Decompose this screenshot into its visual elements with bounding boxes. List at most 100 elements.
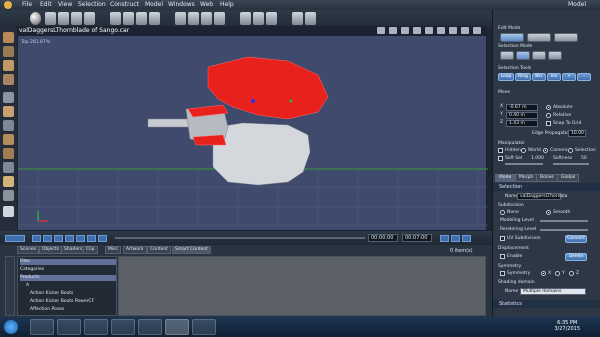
camera-radio[interactable] (543, 148, 548, 153)
delete-button[interactable]: Delete (565, 253, 587, 261)
tree-item-products[interactable]: Products (20, 275, 116, 281)
extrude-icon[interactable] (110, 12, 121, 25)
scale-tool-icon[interactable] (3, 46, 14, 57)
tab-global[interactable]: Global (557, 174, 580, 182)
pose-tool-icon[interactable] (3, 176, 14, 187)
time-end[interactable]: 00:07:00 (402, 234, 432, 242)
subdiv-none-radio[interactable] (500, 210, 505, 215)
name-field[interactable]: valDaggersLThornbla (517, 193, 567, 200)
material-tool-icon[interactable] (3, 148, 14, 159)
last-frame-icon[interactable] (98, 235, 107, 242)
menu-help[interactable]: Help (220, 1, 234, 8)
view-side-icon[interactable] (389, 27, 397, 34)
border-button[interactable]: Bkr (532, 73, 546, 81)
image-taskbar-icon[interactable] (192, 319, 216, 335)
enable-checkbox[interactable] (500, 254, 505, 259)
menu-selection[interactable]: Selection (78, 1, 106, 8)
symmetry-checkbox[interactable] (500, 271, 505, 276)
tree-item[interactable]: Action Kicker Boots (30, 291, 73, 297)
soft-sel-checkbox[interactable] (498, 156, 503, 161)
view-top-icon[interactable] (401, 27, 409, 34)
key-add-icon[interactable] (440, 235, 449, 242)
play-icon[interactable] (65, 235, 74, 242)
sym-z-radio[interactable] (569, 271, 574, 276)
cube-icon[interactable] (292, 12, 303, 25)
animate-button[interactable] (5, 235, 25, 242)
soft-sel-slider[interactable] (505, 163, 543, 165)
chrome-taskbar-icon[interactable] (84, 319, 108, 335)
menu-model[interactable]: Model (145, 1, 163, 8)
z-field[interactable]: 1.43 m (506, 120, 538, 127)
next-key-icon[interactable] (87, 235, 96, 242)
start-button-icon[interactable] (4, 320, 18, 334)
hidden-checkbox[interactable] (498, 148, 503, 153)
tab-shaders[interactable]: Shaders (61, 246, 86, 254)
tab-morph[interactable]: Morph (515, 174, 538, 182)
rotate-icon[interactable] (71, 12, 82, 25)
lasso-icon[interactable] (188, 12, 199, 25)
scale-icon[interactable] (84, 12, 95, 25)
shading-domain-select[interactable]: Multiple domains (520, 288, 586, 295)
tab-bones[interactable]: Bones (536, 174, 558, 182)
move-icon[interactable] (58, 12, 69, 25)
brush-icon[interactable] (201, 12, 212, 25)
maximize-icon[interactable] (473, 27, 481, 34)
prev-key-icon[interactable] (43, 235, 52, 242)
shape-icon[interactable] (240, 12, 251, 25)
camera-tool-icon[interactable] (3, 106, 14, 117)
tab-mode[interactable]: Mode (495, 174, 516, 182)
absolute-radio[interactable] (546, 105, 551, 110)
first-frame-icon[interactable] (32, 235, 41, 242)
light-icon[interactable] (449, 27, 457, 34)
grid-icon[interactable] (461, 27, 469, 34)
tree-item-a[interactable]: A (26, 283, 29, 289)
tab-smart-content[interactable]: Smart Content (172, 246, 211, 254)
explorer-taskbar-icon[interactable] (57, 319, 81, 335)
mode-move-icon[interactable] (527, 33, 551, 42)
knife-icon[interactable] (136, 12, 147, 25)
view-tool-icon[interactable] (3, 92, 14, 103)
statistics-section-header[interactable]: Statistics (493, 300, 600, 308)
library-side-strip[interactable] (5, 256, 15, 316)
hand-icon[interactable] (175, 12, 186, 25)
edge-mode-icon[interactable] (516, 51, 530, 60)
subdiv-smooth-radio[interactable] (546, 210, 551, 215)
mode-sculpt-icon[interactable] (554, 33, 578, 42)
weld-icon[interactable] (149, 12, 160, 25)
camera-icon[interactable] (3, 206, 14, 217)
menu-windows[interactable]: Windows (168, 1, 195, 8)
sym-y-radio[interactable] (555, 271, 560, 276)
pivot-point[interactable] (251, 99, 255, 103)
tab-scenes[interactable]: Scenes (17, 246, 40, 254)
hilt-mesh[interactable] (212, 122, 311, 186)
grow-button[interactable]: + (562, 73, 576, 81)
time-current[interactable]: 00:00:00 (368, 234, 398, 242)
tab-clip[interactable]: Clip (83, 246, 98, 254)
loop-button[interactable]: Loop (498, 73, 514, 81)
app-taskbar-icon[interactable] (138, 319, 162, 335)
modeling-level-slider[interactable] (540, 220, 588, 222)
wire-icon[interactable] (437, 27, 445, 34)
key-remove-icon[interactable] (451, 235, 460, 242)
ring-button[interactable]: Ring (515, 73, 531, 81)
object-mode-icon[interactable] (548, 51, 562, 60)
cylinder-icon[interactable] (305, 12, 316, 25)
x-field[interactable]: -0.67 m (506, 104, 538, 111)
next-frame-icon[interactable] (76, 235, 85, 242)
ie-taskbar-icon[interactable] (30, 319, 54, 335)
tree-item-categories[interactable]: Categories (20, 267, 44, 273)
view-front-icon[interactable] (377, 27, 385, 34)
tab-artwork[interactable]: Artwork (123, 246, 147, 254)
shrink-button[interactable]: - (577, 73, 591, 81)
menu-construct[interactable]: Construct (110, 1, 139, 8)
world-radio[interactable] (521, 148, 526, 153)
tree-item-files[interactable]: Files (20, 259, 116, 265)
relative-radio[interactable] (546, 113, 551, 118)
smooth-icon[interactable] (214, 12, 225, 25)
mode-select-icon[interactable] (500, 33, 524, 42)
view-persp-icon[interactable] (413, 27, 421, 34)
sphere-icon[interactable] (30, 12, 41, 25)
twist-tool-icon[interactable] (3, 74, 14, 85)
media-taskbar-icon[interactable] (111, 319, 135, 335)
key-options-icon[interactable] (462, 235, 471, 242)
